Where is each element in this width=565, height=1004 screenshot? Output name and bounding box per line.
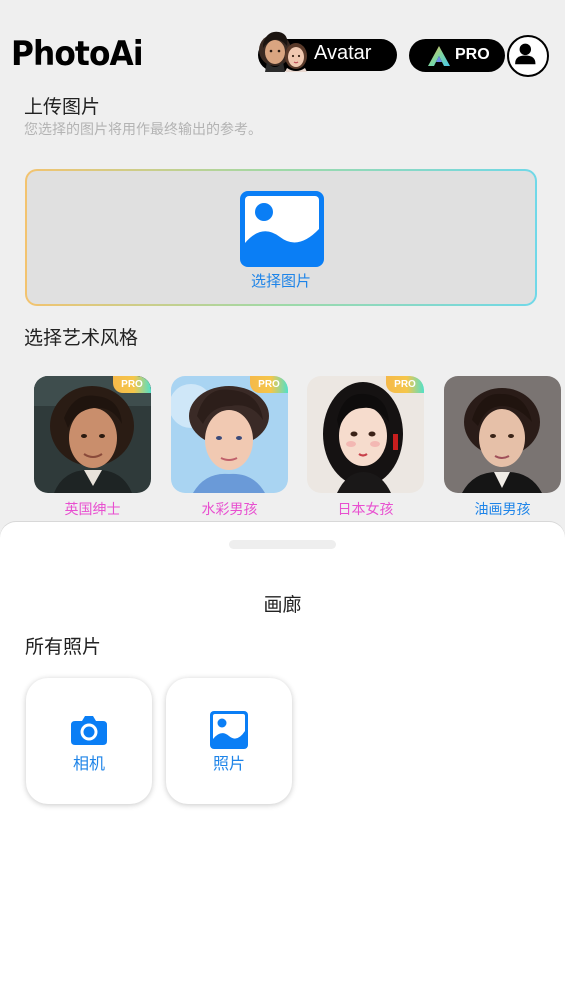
watercolor-boy-image [171,376,288,493]
camera-button[interactable]: 相机 [26,678,152,804]
pro-logo-icon [428,46,450,66]
upload-image-area[interactable]: 选择图片 [25,169,537,306]
style-card-oil-painting-boy[interactable]: 油画男孩 [444,376,561,519]
photos-button[interactable]: 照片 [166,678,292,804]
style-list: PRO 英国绅士 PRO 水彩男孩 PRO 日本女孩 油画男孩 [0,376,565,521]
photo-icon [210,711,248,749]
japanese-girl-image [307,376,424,493]
avatar-faces-icon [259,31,307,72]
upload-image-inner: 选择图片 [27,171,535,304]
style-thumb: PRO [34,376,151,493]
all-photos-label: 所有照片 [25,636,102,658]
image-icon [240,191,324,267]
style-label: 英国绅士 [64,502,121,518]
user-icon [515,43,536,65]
style-thumb [444,376,561,493]
upload-subtitle: 您选择的图片将用作最终输出的参考。 [24,122,262,138]
drag-handle[interactable] [229,540,336,549]
gentleman-portrait-image [34,376,151,493]
camera-icon [71,716,107,745]
style-thumb: PRO [171,376,288,493]
style-label: 油画男孩 [474,502,531,518]
styles-title: 选择艺术风格 [24,327,139,349]
gallery-title: 画廊 [263,594,302,616]
pro-button[interactable]: PRO [409,39,505,72]
photos-label: 照片 [212,754,245,773]
style-thumb: PRO [307,376,424,493]
upload-title: 上传图片 [24,96,101,118]
app-logo: PhotoAi [11,34,144,74]
profile-button[interactable] [507,35,549,77]
style-card-british-gentleman[interactable]: PRO 英国绅士 [34,376,151,519]
camera-label: 相机 [72,754,105,773]
pro-badge: PRO [386,376,424,393]
gallery-bottom-sheet: 画廊 所有照片 相机 照片 [0,522,565,1004]
style-label: 日本女孩 [337,502,394,518]
style-card-japanese-girl[interactable]: PRO 日本女孩 [307,376,424,519]
style-label: 水彩男孩 [201,502,258,518]
style-card-watercolor-boy[interactable]: PRO 水彩男孩 [171,376,288,519]
pro-badge: PRO [113,376,151,393]
pro-badge: PRO [250,376,288,393]
oil-painting-boy-image [444,376,561,493]
select-image-label: 选择图片 [250,272,311,290]
avatar-button-label: Avatar [314,42,372,64]
pro-button-label: PRO [455,46,490,63]
header: PhotoAi Avatar PRO [0,0,565,90]
